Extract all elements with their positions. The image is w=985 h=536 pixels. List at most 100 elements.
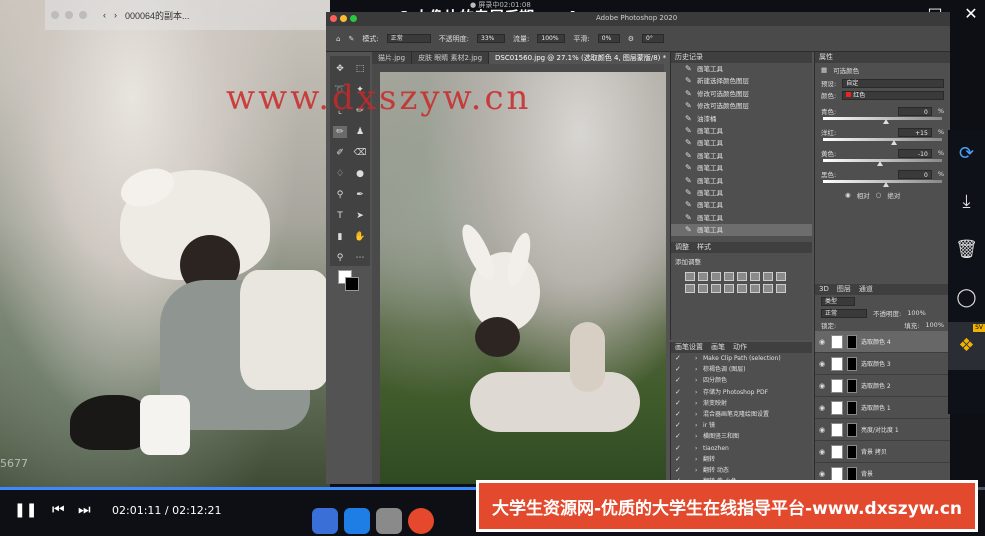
layer-row[interactable]: ◉ 亮度/对比度 1 xyxy=(815,419,950,441)
flow-field[interactable]: 100% xyxy=(537,34,566,43)
history-item[interactable]: ✎ 画笔工具 xyxy=(671,150,812,162)
action-item[interactable]: ✓ › 翻转 动态 xyxy=(671,465,812,476)
more-tools-icon[interactable]: ⋯ xyxy=(353,252,367,264)
eye-icon[interactable]: ◉ xyxy=(819,470,827,478)
tab-actions[interactable]: 动作 xyxy=(733,342,747,353)
history-item[interactable]: ✎ 修改可选颜色图层 xyxy=(671,100,812,112)
expand-icon[interactable]: › xyxy=(695,375,697,386)
tab-layers[interactable]: 图层 xyxy=(837,284,851,295)
layer-mask[interactable] xyxy=(847,378,857,393)
history-item[interactable]: ✎ 画笔工具 xyxy=(671,224,812,237)
layer-mask[interactable] xyxy=(847,356,857,371)
expand-icon[interactable]: › xyxy=(695,443,697,454)
share-icon[interactable]: ⟳ xyxy=(948,130,985,178)
brush-tool-icon[interactable]: ✏ xyxy=(333,126,347,138)
layer-mask[interactable] xyxy=(847,400,857,415)
history-item[interactable]: ✎ 画笔工具 xyxy=(671,212,812,224)
opacity-field[interactable]: 33% xyxy=(477,34,506,43)
check-icon[interactable]: ✓ xyxy=(675,375,681,386)
properties-tab[interactable]: 属性 xyxy=(819,52,833,63)
slider-value[interactable]: +15 xyxy=(897,127,932,137)
document-canvas[interactable] xyxy=(380,72,666,484)
brush-preset-icon[interactable]: ✎ xyxy=(348,35,354,43)
history-tab[interactable]: 历史记录 xyxy=(675,52,703,63)
fill-value[interactable]: 100% xyxy=(925,321,944,329)
check-icon[interactable]: ✓ xyxy=(675,465,681,476)
photo-filter-icon[interactable] xyxy=(685,284,695,293)
expand-icon[interactable]: › xyxy=(695,431,697,442)
exposure-icon[interactable] xyxy=(724,272,734,281)
action-item[interactable]: ✓ › tiaozhen xyxy=(671,443,812,454)
action-item[interactable]: ✓ › 翻转 xyxy=(671,454,812,465)
download-icon[interactable]: ⤓ xyxy=(948,178,985,226)
expand-icon[interactable]: › xyxy=(695,387,697,398)
slider-track[interactable] xyxy=(823,180,942,187)
check-icon[interactable]: ✓ xyxy=(675,409,681,420)
history-item[interactable]: ✎ 油漆桶 xyxy=(671,113,812,125)
action-item[interactable]: ✓ › 棕褐色调 (图层) xyxy=(671,364,812,375)
history-item[interactable]: ✎ 画笔工具 xyxy=(671,175,812,187)
history-brush-icon[interactable]: ✐ xyxy=(333,147,347,159)
layer-row[interactable]: ◉ 选取颜色 2 xyxy=(815,375,950,397)
slider-knob[interactable] xyxy=(891,140,898,145)
previous-icon[interactable]: ⏮ xyxy=(52,502,65,518)
color-balance-icon[interactable] xyxy=(763,272,773,281)
system-icon[interactable] xyxy=(376,508,402,534)
blend-mode-select[interactable]: 正常 xyxy=(821,308,867,318)
close-dot[interactable] xyxy=(330,15,337,22)
slider-knob[interactable] xyxy=(882,119,889,124)
tab-brushes[interactable]: 画笔 xyxy=(711,342,725,353)
action-item[interactable]: ✓ › 四分颜色 xyxy=(671,375,812,386)
tab-document-active[interactable]: DSC01560.jpg @ 27.1% (选取颜色 4, 图层蒙版/8) * xyxy=(489,52,674,64)
background-color[interactable] xyxy=(345,277,359,291)
tab-document[interactable]: 猫片.jpg xyxy=(372,52,413,64)
next-icon[interactable]: ⏭ xyxy=(78,502,91,518)
action-item[interactable]: ✓ › 渐变映射 xyxy=(671,398,812,409)
back-icon[interactable]: ‹ xyxy=(103,10,106,20)
absolute-radio[interactable]: ○ xyxy=(876,191,882,199)
pen-tool-icon[interactable]: ✒ xyxy=(353,189,367,201)
expand-icon[interactable]: › xyxy=(695,420,697,431)
check-icon[interactable]: ✓ xyxy=(675,420,681,431)
check-icon[interactable]: ✓ xyxy=(675,398,681,409)
action-item[interactable]: ✓ › Make Clip Path (selection) xyxy=(671,353,812,364)
layer-mask[interactable] xyxy=(847,466,857,481)
history-item[interactable]: ✎ 新建选择颜色图层 xyxy=(671,75,812,87)
layer-kind-filter[interactable]: 类型 xyxy=(821,296,855,306)
check-icon[interactable]: ✓ xyxy=(675,454,681,465)
marquee-tool-icon[interactable]: ⬚ xyxy=(353,63,367,75)
vibrance-icon[interactable] xyxy=(737,272,747,281)
forward-icon[interactable]: › xyxy=(114,10,117,20)
close-icon[interactable]: ✕ xyxy=(962,5,980,23)
check-icon[interactable]: ✓ xyxy=(675,364,681,375)
layer-row[interactable]: ◉ 选取颜色 3 xyxy=(815,353,950,375)
eye-icon[interactable]: ◉ xyxy=(819,338,827,346)
angle-field[interactable]: 0° xyxy=(642,34,665,43)
layer-mask[interactable] xyxy=(847,334,857,349)
safari-icon[interactable] xyxy=(344,508,370,534)
eye-icon[interactable]: ◉ xyxy=(819,404,827,412)
black-white-icon[interactable] xyxy=(776,272,786,281)
gear-icon[interactable]: ⚙ xyxy=(628,35,634,43)
adjustments-tab[interactable]: 调整 xyxy=(675,242,689,253)
pin-icon[interactable]: ❖ SV xyxy=(948,322,985,370)
history-item[interactable]: ✎ 画笔工具 xyxy=(671,125,812,137)
shape-tool-icon[interactable]: ▮ xyxy=(333,231,347,243)
slider-knob[interactable] xyxy=(882,182,889,187)
check-icon[interactable]: ✓ xyxy=(675,431,681,442)
settings-ring-icon[interactable]: ◯ xyxy=(948,274,985,322)
dodge-tool-icon[interactable]: ⚲ xyxy=(333,189,347,201)
color-select[interactable]: 红色 xyxy=(842,90,944,100)
history-item[interactable]: ✎ 画笔工具 xyxy=(671,137,812,149)
slider-value[interactable]: 0 xyxy=(897,169,932,179)
levels-icon[interactable] xyxy=(698,272,708,281)
curves-icon[interactable] xyxy=(711,272,721,281)
eye-icon[interactable]: ◉ xyxy=(819,382,827,390)
action-item[interactable]: ✓ › 存储为 Photoshop PDF xyxy=(671,387,812,398)
slider-value[interactable]: 0 xyxy=(897,106,932,116)
path-select-icon[interactable]: ➤ xyxy=(353,210,367,222)
smooth-field[interactable]: 0% xyxy=(597,34,620,43)
slider-track[interactable] xyxy=(823,117,942,124)
tab-document[interactable]: 皮肤 眼睛 素材2.jpg xyxy=(412,52,490,64)
expand-icon[interactable]: › xyxy=(695,454,697,465)
